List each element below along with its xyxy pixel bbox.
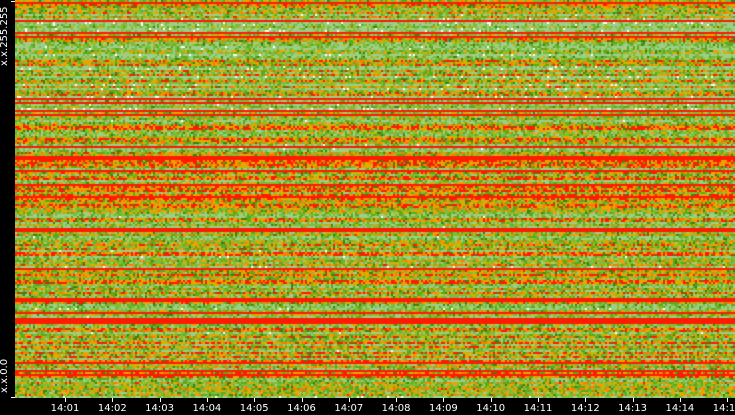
x-tick: [490, 398, 492, 402]
x-tick-label: 14:13: [618, 403, 648, 414]
x-tick-label: 14:15: [712, 403, 735, 414]
x-tick-label: 14:10: [476, 403, 506, 414]
x-tick-label: 14:04: [192, 403, 222, 414]
x-tick: [159, 398, 161, 402]
x-tick: [65, 398, 66, 402]
x-tick: [443, 398, 445, 402]
x-tick-label: 14:07: [334, 403, 364, 414]
x-tick: [585, 398, 587, 402]
x-tick: [301, 398, 303, 402]
x-tick-label: 14:01: [50, 403, 80, 414]
x-tick-label: 14:02: [97, 403, 127, 414]
x-tick: [632, 398, 634, 402]
x-tick: [538, 398, 539, 402]
x-tick: [396, 398, 398, 402]
x-tick-label: 14:11: [523, 403, 553, 414]
y-label-bottom: x.x.0.0: [0, 358, 10, 393]
x-tick: [206, 398, 208, 402]
x-tick-label: 14:03: [145, 403, 175, 414]
x-tick: [727, 398, 729, 402]
x-tick: [679, 398, 681, 402]
heatmap-canvas: [15, 0, 735, 398]
x-tick-label: 14:09: [428, 403, 458, 414]
x-tick-label: 14:12: [570, 403, 600, 414]
y-tick-bottom: [11, 397, 15, 398]
x-tick: [254, 398, 256, 402]
x-tick: [348, 398, 350, 402]
x-tick-label: 14:08: [381, 403, 411, 414]
x-tick-label: 14:14: [665, 403, 695, 414]
x-tick-label: 14:06: [287, 403, 316, 414]
y-label-top: x.x.255.255: [0, 6, 10, 66]
x-tick-label: 14:05: [239, 403, 269, 414]
y-tick-top: [11, 1, 15, 2]
x-tick: [112, 398, 114, 402]
